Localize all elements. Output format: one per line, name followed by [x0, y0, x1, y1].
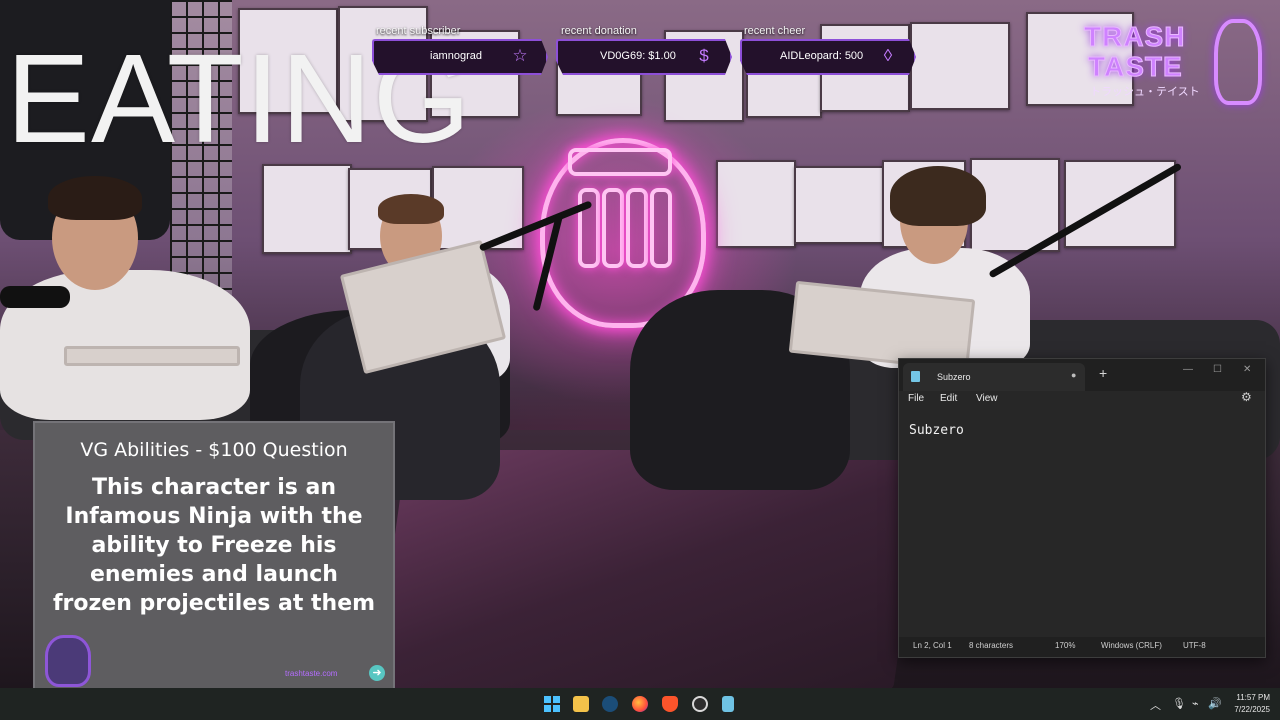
host-middle-hair	[378, 194, 444, 224]
bits-icon: ◊	[883, 46, 893, 65]
recent-subscriber-box: iamnograd ☆	[372, 39, 548, 75]
dollar-icon: $	[699, 46, 709, 65]
star-icon: ☆	[512, 46, 528, 65]
microphone-icon[interactable]: 🎙	[1172, 697, 1186, 710]
network-icon[interactable]: ⌁	[1192, 697, 1199, 710]
neon-sign-bar	[602, 188, 624, 268]
status-encoding[interactable]: UTF-8	[1183, 641, 1206, 650]
neon-sign-bar	[650, 188, 672, 268]
status-character-count: 8 characters	[969, 641, 1014, 650]
arrow-right-icon: ➜	[369, 665, 385, 681]
wall-artwork	[910, 22, 1010, 110]
wall-artwork	[262, 164, 352, 254]
logo-line-1: TRASH	[1083, 21, 1186, 52]
status-line-endings[interactable]: Windows (CRLF)	[1101, 641, 1162, 650]
maximize-button[interactable]: ☐	[1213, 364, 1222, 375]
recent-donation-box: VD0G69: $1.00 $	[556, 39, 732, 75]
recent-subscriber-label: recent subscriber	[376, 25, 461, 37]
logo-trash-can-icon	[1214, 19, 1262, 105]
recent-subscriber-value: iamnograd	[430, 50, 482, 62]
menu-view[interactable]: View	[976, 393, 998, 404]
firefox-icon[interactable]	[632, 696, 648, 712]
host-right-hair	[890, 166, 986, 226]
status-cursor-position: Ln 2, Col 1	[913, 641, 952, 650]
obs-icon[interactable]	[692, 696, 708, 712]
file-explorer-icon[interactable]	[573, 696, 589, 712]
trash-taste-logo: TRASH TASTE トラッシュ・テイスト	[1083, 17, 1264, 105]
neon-sign-lid	[568, 148, 672, 176]
recent-donation-label: recent donation	[561, 25, 637, 37]
host-left-hair	[48, 176, 142, 220]
neon-sign-bar	[626, 188, 648, 268]
clock-time[interactable]: 11:57 PM	[1226, 693, 1270, 702]
status-zoom[interactable]: 170%	[1055, 641, 1075, 650]
whiteboard	[64, 346, 240, 366]
recent-cheer-value: AIDLeopard: 500	[780, 50, 864, 62]
steam-icon[interactable]	[602, 696, 618, 712]
recent-cheer-box: AIDLeopard: 500 ◊	[740, 39, 916, 75]
notepad-status-bar: Ln 2, Col 1 8 characters 170% Windows (C…	[899, 637, 1265, 657]
neon-sign-bar	[578, 188, 600, 268]
close-button[interactable]: ✕	[1243, 364, 1251, 375]
menu-edit[interactable]: Edit	[940, 393, 957, 404]
microphone	[0, 286, 70, 308]
notepad-window: Subzero ● + — ☐ ✕ File Edit View ⚙ Subze…	[898, 358, 1266, 658]
notepad-tab-title: Subzero	[937, 372, 971, 382]
notepad-text-area[interactable]: Subzero	[899, 411, 1265, 633]
question-body: This character is an Infamous Ninja with…	[52, 475, 376, 616]
settings-gear-icon[interactable]: ⚙	[1241, 390, 1252, 404]
wall-artwork	[716, 160, 796, 248]
clock-date[interactable]: 7/22/2025	[1226, 705, 1270, 714]
brave-icon[interactable]	[662, 696, 678, 712]
logo-line-2: TASTE	[1088, 51, 1183, 82]
minimize-button[interactable]: —	[1183, 364, 1193, 375]
volume-icon[interactable]: 🔊	[1208, 697, 1222, 710]
menu-file[interactable]: File	[908, 393, 924, 404]
recent-cheer-label: recent cheer	[744, 25, 806, 37]
question-footer-link: trashtaste.com	[285, 669, 338, 678]
chevron-up-icon[interactable]: ︿	[1150, 697, 1161, 713]
notepad-tab[interactable]: Subzero ●	[903, 363, 1085, 391]
recent-donation-value: VD0G69: $1.00	[600, 50, 676, 62]
notepad-titlebar[interactable]: Subzero ● + — ☐ ✕	[899, 359, 1265, 391]
quiz-question-panel: VG Abilities - $100 Question This charac…	[33, 421, 395, 691]
logo-japanese-subtitle: トラッシュ・テイスト	[1090, 86, 1200, 98]
new-tab-button[interactable]: +	[1099, 365, 1107, 381]
windows-taskbar: ︿ 🎙 ⌁ 🔊 11:57 PM 7/22/2025	[0, 688, 1280, 720]
tab-close-icon[interactable]: ●	[1071, 370, 1076, 380]
question-title: VG Abilities - $100 Question	[80, 439, 348, 461]
windows-start-icon[interactable]	[544, 696, 560, 712]
notepad-icon	[911, 371, 920, 382]
trash-can-logo-icon	[45, 635, 91, 687]
notepad-icon[interactable]	[722, 696, 734, 712]
wall-artwork	[794, 166, 884, 244]
notepad-content[interactable]: Subzero	[909, 423, 964, 438]
